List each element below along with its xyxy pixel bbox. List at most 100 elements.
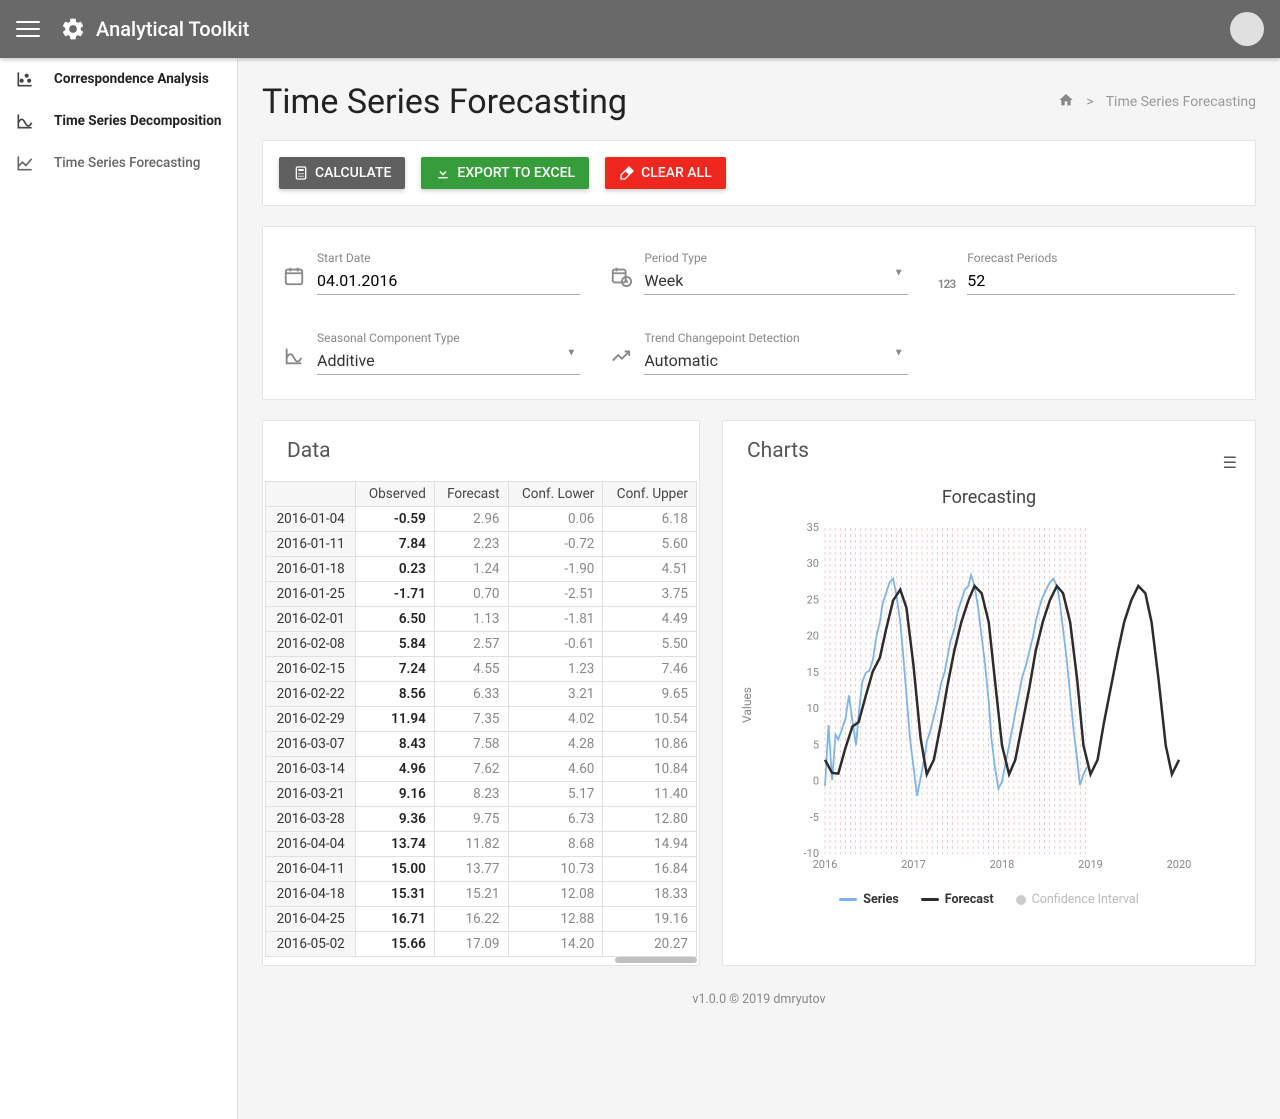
start-date-field: Start Date xyxy=(283,251,580,295)
table-row: 2016-01-04-0.592.960.066.18 xyxy=(266,507,697,532)
sidebar-item-decomposition[interactable]: Time Series Decomposition xyxy=(0,100,237,142)
start-date-input[interactable] xyxy=(317,267,580,295)
params-card: Start Date Period Type Week ▼ 123 Foreca… xyxy=(262,226,1256,400)
table-row: 2016-04-1115.0013.7710.7316.84 xyxy=(266,857,697,882)
charts-panel-title: Charts xyxy=(723,421,1255,481)
forecast-periods-field: 123 Forecast Periods xyxy=(938,251,1235,295)
table-header: Forecast xyxy=(434,482,508,507)
horizontal-scrollbar[interactable] xyxy=(615,957,697,963)
sidebar-item-forecasting[interactable]: Time Series Forecasting xyxy=(0,142,237,184)
svg-text:25: 25 xyxy=(807,593,819,606)
seasonal-label: Seasonal Component Type xyxy=(317,331,580,345)
table-row: 2016-03-219.168.235.1711.40 xyxy=(266,782,697,807)
forecast-periods-label: Forecast Periods xyxy=(967,251,1235,265)
table-row: 2016-03-078.437.584.2810.86 xyxy=(266,732,697,757)
legend-ci[interactable]: Confidence Interval xyxy=(1016,892,1139,907)
data-panel: Data ObservedForecastConf. LowerConf. Up… xyxy=(262,420,700,966)
footer: v1.0.0 © 2019 dmryutov xyxy=(262,966,1256,1033)
download-icon xyxy=(435,165,451,181)
chart-menu-icon[interactable]: ☰ xyxy=(1223,453,1237,472)
table-row: 2016-02-228.566.333.219.65 xyxy=(266,682,697,707)
seasonal-field: Seasonal Component Type Additive ▼ xyxy=(283,331,580,375)
table-row: 2016-03-289.369.756.7312.80 xyxy=(266,807,697,832)
forecast-icon xyxy=(14,152,36,174)
svg-text:30: 30 xyxy=(807,557,819,570)
table-row: 2016-01-117.842.23-0.725.60 xyxy=(266,532,697,557)
table-row: 2016-04-1815.3115.2112.0818.33 xyxy=(266,882,697,907)
chart-ylabel: Values xyxy=(740,687,754,723)
legend-forecast[interactable]: Forecast xyxy=(921,892,994,907)
table-header: Conf. Lower xyxy=(508,482,603,507)
seasonal-select[interactable]: Additive xyxy=(317,347,580,375)
eraser-icon xyxy=(619,165,635,181)
number-icon: 123 xyxy=(938,277,956,295)
breadcrumb: > Time Series Forecasting xyxy=(1058,92,1256,112)
chart-legend: Series Forecast Confidence Interval xyxy=(741,892,1237,907)
breadcrumb-current: Time Series Forecasting xyxy=(1106,94,1256,110)
table-row: 2016-01-180.231.24-1.904.51 xyxy=(266,557,697,582)
svg-text:20: 20 xyxy=(807,630,819,643)
svg-text:2017: 2017 xyxy=(901,858,926,871)
svg-text:5: 5 xyxy=(813,738,819,751)
data-panel-title: Data xyxy=(263,421,699,481)
data-table: ObservedForecastConf. LowerConf. Upper 2… xyxy=(265,481,697,957)
breadcrumb-sep: > xyxy=(1086,94,1093,110)
sidebar-item-label: Correspondence Analysis xyxy=(54,71,209,87)
clear-button[interactable]: CLEAR ALL xyxy=(605,157,726,189)
avatar[interactable] xyxy=(1230,12,1264,46)
svg-text:2019: 2019 xyxy=(1078,858,1103,871)
svg-text:2020: 2020 xyxy=(1167,858,1192,871)
svg-text:2016: 2016 xyxy=(813,858,838,871)
wave-icon xyxy=(283,345,305,375)
page-title: Time Series Forecasting xyxy=(262,82,627,122)
table-header: Observed xyxy=(356,482,434,507)
start-date-label: Start Date xyxy=(317,251,580,265)
chart-title: Forecasting xyxy=(741,487,1237,508)
table-row: 2016-02-2911.947.354.0210.54 xyxy=(266,707,697,732)
trend-field: Trend Changepoint Detection Automatic ▼ xyxy=(610,331,907,375)
table-row: 2016-02-157.244.551.237.46 xyxy=(266,657,697,682)
table-row: 2016-04-2516.7116.2212.8819.16 xyxy=(266,907,697,932)
svg-text:15: 15 xyxy=(807,666,819,679)
table-row: 2016-05-0215.6617.0914.2020.27 xyxy=(266,932,697,957)
table-row: 2016-02-085.842.57-0.615.50 xyxy=(266,632,697,657)
table-header: Conf. Upper xyxy=(603,482,697,507)
svg-text:0: 0 xyxy=(813,775,819,788)
trend-icon xyxy=(610,345,632,375)
calendar-icon xyxy=(283,265,305,295)
table-row: 2016-04-0413.7411.828.6814.94 xyxy=(266,832,697,857)
table-row: 2016-01-25-1.710.70-2.513.75 xyxy=(266,582,697,607)
home-icon[interactable] xyxy=(1058,92,1074,112)
menu-icon[interactable] xyxy=(16,21,40,37)
period-type-select[interactable]: Week xyxy=(644,267,907,295)
trend-label: Trend Changepoint Detection xyxy=(644,331,907,345)
sidebar-item-label: Time Series Forecasting xyxy=(54,155,200,171)
charts-panel: Charts Forecasting ☰ -10-505101520253035… xyxy=(722,420,1256,966)
svg-text:10: 10 xyxy=(807,702,819,715)
svg-text:35: 35 xyxy=(807,521,819,534)
forecast-chart: -10-50510152025303520162017201820192020 xyxy=(741,518,1237,878)
toolbar: CALCULATE EXPORT TO EXCEL CLEAR ALL xyxy=(262,140,1256,206)
decompose-icon xyxy=(14,110,36,132)
svg-text:-5: -5 xyxy=(810,811,819,824)
forecast-periods-input[interactable] xyxy=(967,267,1235,295)
svg-text:2018: 2018 xyxy=(990,858,1015,871)
calculate-button[interactable]: CALCULATE xyxy=(279,157,405,189)
sidebar: Correspondence Analysis Time Series Deco… xyxy=(0,58,238,1119)
app-title: Analytical Toolkit xyxy=(96,17,249,41)
table-header xyxy=(266,482,356,507)
table-row: 2016-02-016.501.13-1.814.49 xyxy=(266,607,697,632)
sidebar-item-label: Time Series Decomposition xyxy=(54,113,221,129)
legend-series[interactable]: Series xyxy=(839,892,899,907)
trend-select[interactable]: Automatic xyxy=(644,347,907,375)
brand: Analytical Toolkit xyxy=(60,16,249,42)
gear-icon xyxy=(60,16,86,42)
calendar-clock-icon xyxy=(610,265,632,295)
scatter-icon xyxy=(14,68,36,90)
calculator-icon xyxy=(293,165,309,181)
sidebar-item-correspondence[interactable]: Correspondence Analysis xyxy=(0,58,237,100)
table-row: 2016-03-144.967.624.6010.84 xyxy=(266,757,697,782)
period-type-field: Period Type Week ▼ xyxy=(610,251,907,295)
period-type-label: Period Type xyxy=(644,251,907,265)
export-button[interactable]: EXPORT TO EXCEL xyxy=(421,157,589,189)
